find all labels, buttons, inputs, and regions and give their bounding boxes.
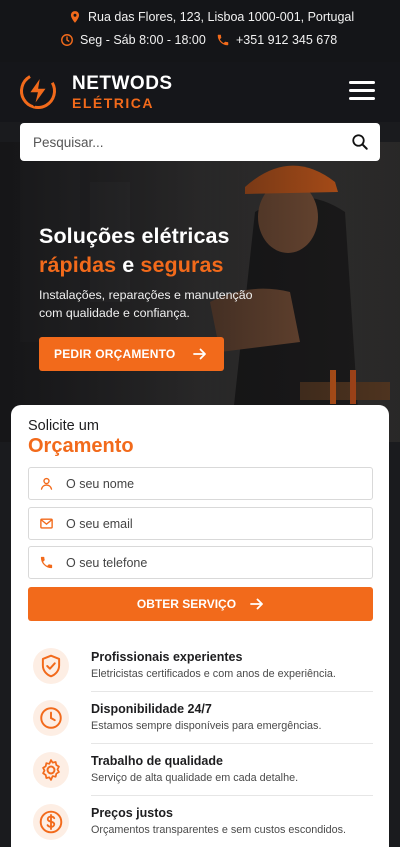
quote-card: Solicite um Orçamento OBTER SERVIÇO Prof… <box>11 405 389 847</box>
feature-icon-badge <box>33 752 69 788</box>
menu-bar <box>349 97 375 100</box>
divider <box>91 795 373 796</box>
quote-title: Orçamento <box>28 435 134 457</box>
user-icon <box>40 477 53 490</box>
feature-icon-badge <box>33 700 69 736</box>
request-quote-label: PEDIR ORÇAMENTO <box>54 347 176 361</box>
divider <box>91 743 373 744</box>
arrow-right-icon <box>193 348 206 360</box>
lightning-logo-icon[interactable] <box>18 71 58 111</box>
map-pin-icon <box>70 11 80 23</box>
phone-text[interactable]: +351 912 345 678 <box>236 33 337 47</box>
feature-item: Trabalho de qualidade Serviço de alta qu… <box>28 750 373 802</box>
name-field[interactable] <box>28 467 373 500</box>
phone-icon <box>40 556 53 569</box>
feature-icon-badge <box>33 648 69 684</box>
menu-bar <box>349 81 375 84</box>
feature-description: Serviço de alta qualidade em cada detalh… <box>91 772 299 784</box>
get-service-button[interactable]: OBTER SERVIÇO <box>28 587 373 621</box>
email-input[interactable] <box>54 508 372 539</box>
phone-field[interactable] <box>28 546 373 579</box>
clock-icon <box>61 34 73 46</box>
feature-item: Disponibilidade 24/7 Estamos sempre disp… <box>28 698 373 750</box>
quote-kicker: Solicite um <box>28 418 99 434</box>
hero-description: Instalações, reparações e manutenção com… <box>39 288 253 320</box>
hero-section: Soluções elétricas rápidas e seguras Ins… <box>0 142 400 442</box>
dollar-coin-icon <box>39 810 63 834</box>
feature-description: Eletricistas certificados e com anos de … <box>91 668 336 680</box>
gear-icon <box>42 759 60 781</box>
shield-check-icon <box>41 654 61 678</box>
feature-title: Trabalho de qualidade <box>91 754 223 768</box>
feature-item: Profissionais experientes Eletricistas c… <box>28 646 373 698</box>
hero-title: Soluções elétricas rápidas e seguras <box>39 222 230 280</box>
menu-bar <box>349 89 375 92</box>
arrow-right-icon <box>250 598 263 610</box>
search-icon <box>352 134 368 150</box>
envelope-icon <box>40 518 53 529</box>
top-info-bar: Rua das Flores, 123, Lisboa 1000-001, Po… <box>0 0 400 62</box>
feature-title: Disponibilidade 24/7 <box>91 702 212 716</box>
search-button[interactable] <box>340 123 380 161</box>
email-field[interactable] <box>28 507 373 540</box>
address-info: Rua das Flores, 123, Lisboa 1000-001, Po… <box>68 10 354 24</box>
address-text: Rua das Flores, 123, Lisboa 1000-001, Po… <box>88 10 355 24</box>
feature-description: Orçamentos transparentes e sem custos es… <box>91 824 347 836</box>
divider <box>91 691 373 692</box>
feature-item: Preços justos Orçamentos transparentes e… <box>28 802 373 847</box>
feature-title: Profissionais experientes <box>91 650 243 664</box>
brand-subtitle: ELÉTRICA <box>72 95 154 111</box>
feature-icon-badge <box>33 804 69 840</box>
search-input[interactable] <box>20 123 340 161</box>
name-input[interactable] <box>54 468 372 499</box>
phone-input[interactable] <box>54 547 372 578</box>
hero-title-and: e <box>122 253 135 277</box>
hours-info: Seg - Sáb 8:00 - 18:00 <box>60 33 206 47</box>
feature-description: Estamos sempre disponíveis para emergênc… <box>91 720 322 732</box>
clock-icon <box>40 707 62 729</box>
hero-title-accent1: rápidas <box>39 253 117 277</box>
hero-title-accent2: seguras <box>140 253 224 277</box>
hero-title-line1: Soluções elétricas <box>39 224 230 248</box>
feature-title: Preços justos <box>91 806 173 820</box>
request-quote-button[interactable]: PEDIR ORÇAMENTO <box>39 337 224 371</box>
brand-name[interactable]: NETWODS <box>72 73 173 95</box>
search-bar <box>20 123 380 161</box>
get-service-label: OBTER SERVIÇO <box>136 597 237 611</box>
phone-info[interactable]: +351 912 345 678 <box>216 33 337 47</box>
menu-button[interactable] <box>349 80 375 102</box>
hours-text: Seg - Sáb 8:00 - 18:00 <box>80 33 206 47</box>
site-header: NETWODS ELÉTRICA <box>0 62 400 122</box>
phone-icon <box>217 34 229 46</box>
